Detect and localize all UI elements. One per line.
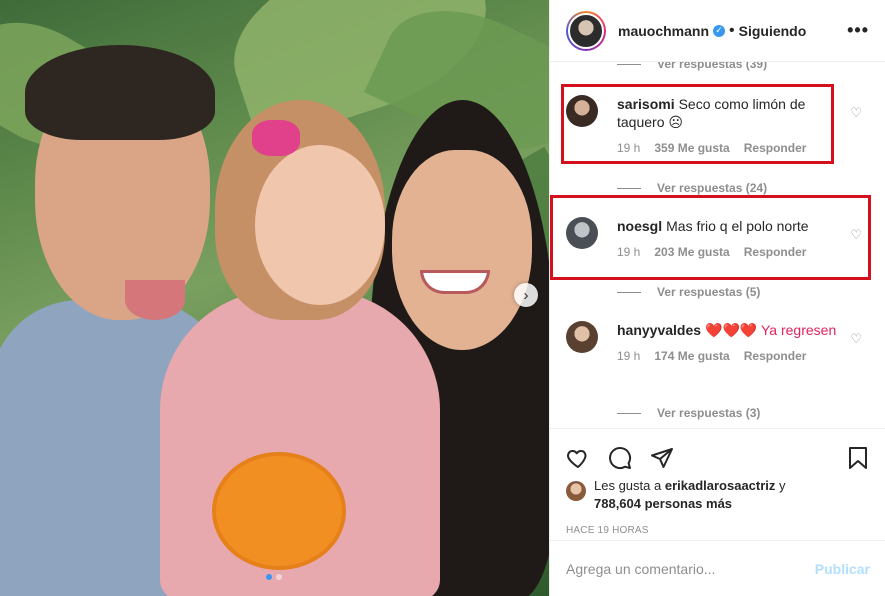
- girl-face: [255, 145, 385, 305]
- verified-badge-icon: ✓: [713, 24, 726, 37]
- post-side-panel: mauochmann ✓ • Siguiendo ••• Ver respues…: [549, 0, 885, 596]
- publish-button[interactable]: Publicar: [815, 561, 870, 577]
- girl-bow: [252, 120, 300, 156]
- heart-icon[interactable]: ♡: [850, 331, 862, 347]
- comment-time[interactable]: 19 h: [617, 349, 640, 363]
- man-hair: [25, 45, 215, 140]
- commenter-avatar[interactable]: [566, 321, 598, 353]
- highlight-box: [561, 84, 834, 164]
- carousel-dot: [276, 574, 282, 580]
- comment-meta: 19 h 174 Me gusta Responder: [617, 349, 876, 363]
- post-photo[interactable]: ›: [0, 0, 549, 596]
- share-icon[interactable]: [650, 446, 674, 470]
- carousel-indicator: [266, 574, 282, 580]
- comment-username[interactable]: hanyyvaldes: [617, 322, 701, 338]
- action-icons-row: [550, 429, 885, 477]
- comment-icon[interactable]: [608, 446, 632, 470]
- view-replies-link[interactable]: Ver respuestas (39): [550, 62, 767, 72]
- bookmark-icon[interactable]: [846, 446, 870, 470]
- header-separator: •: [729, 21, 735, 39]
- liker-username[interactable]: erikadlarosaactriz: [665, 478, 776, 493]
- orange-bowl: [212, 452, 346, 570]
- comment-input[interactable]: [566, 560, 815, 577]
- likes-count[interactable]: 788,604 personas más: [594, 496, 732, 511]
- likes-summary: Les gusta a erikadlarosaactriz y 788,604…: [550, 477, 885, 513]
- post-author-username[interactable]: mauochmann: [618, 23, 709, 39]
- follow-status-button[interactable]: Siguiendo: [739, 23, 807, 39]
- next-slide-button[interactable]: ›: [514, 283, 538, 307]
- post-timestamp[interactable]: HACE 19 HORAS: [550, 513, 885, 536]
- more-icon[interactable]: •••: [847, 20, 869, 41]
- carousel-dot: [266, 574, 272, 580]
- heart-icon[interactable]: [566, 446, 590, 470]
- heart-icon[interactable]: ♡: [850, 105, 862, 121]
- profile-avatar[interactable]: [566, 10, 606, 51]
- reply-button[interactable]: Responder: [744, 349, 807, 363]
- post-header: mauochmann ✓ • Siguiendo •••: [550, 0, 885, 62]
- comment-item: hanyyvaldes ❤️❤️❤️ Ya regresen 19 h 174 M…: [566, 321, 876, 363]
- view-replies-link[interactable]: Ver respuestas (5): [550, 284, 760, 300]
- highlight-box: [550, 195, 871, 280]
- comment-likes[interactable]: 174 Me gusta: [654, 349, 729, 363]
- view-replies-link[interactable]: Ver respuestas (24): [550, 180, 767, 196]
- comment-text: hanyyvaldes ❤️❤️❤️ Ya regresen: [617, 322, 837, 338]
- liker-avatar: [566, 481, 586, 501]
- chevron-right-icon: ›: [523, 286, 529, 304]
- man-tongue: [125, 280, 185, 320]
- woman-face: [392, 150, 532, 350]
- comments-list[interactable]: Ver respuestas (39) sarisomi Seco como li…: [550, 62, 885, 428]
- add-comment-bar: Publicar: [550, 540, 885, 596]
- view-replies-link[interactable]: Ver respuestas (3): [550, 405, 760, 421]
